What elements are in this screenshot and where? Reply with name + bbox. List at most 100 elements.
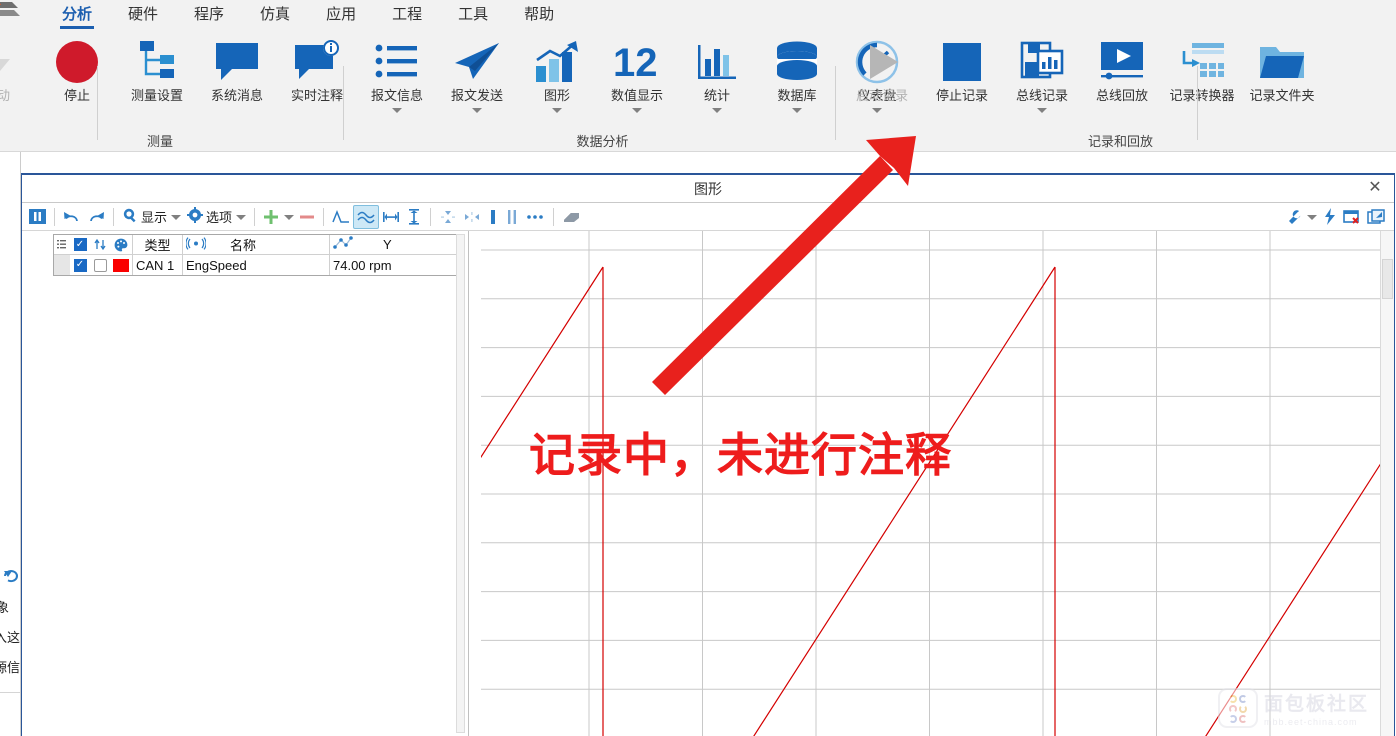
close-icon[interactable]: ✕: [1366, 179, 1384, 197]
ribbon-button-图形[interactable]: 图形: [520, 36, 594, 136]
ribbon: 分析硬件程序仿真应用工程工具帮助 启动 停止 测量设置 系统消息 实时注释测量 报文…: [0, 0, 1396, 152]
chevron-down-icon[interactable]: [632, 108, 642, 113]
ribbon-button-启动记录[interactable]: 启动记录: [845, 36, 919, 136]
ribbon-button-label: 系统消息: [210, 88, 263, 103]
pause-icon[interactable]: [26, 205, 49, 229]
clear-window-icon[interactable]: [1340, 205, 1364, 229]
more-dots-icon[interactable]: [522, 205, 548, 229]
ribbon-button-总线记录[interactable]: 总线记录: [1005, 36, 1079, 136]
row-grip[interactable]: [54, 255, 70, 275]
grip-icon: [54, 235, 70, 254]
cursor-double-icon[interactable]: [502, 205, 522, 229]
log-folder-icon: [1258, 36, 1306, 88]
row-y-value: 74.00 rpm: [329, 255, 462, 275]
ribbon-button-数值显示[interactable]: 12 数值显示: [600, 36, 674, 136]
plot-area[interactable]: 记录中，未进行注释: [470, 231, 1394, 736]
plot-canvas[interactable]: 记录中，未进行注释: [481, 231, 1380, 736]
wrench-icon[interactable]: [1283, 205, 1320, 229]
stop-circle-icon: [54, 36, 100, 88]
database-icon: [774, 36, 820, 88]
ribbon-button-测量设置[interactable]: 测量设置: [120, 36, 194, 136]
popout-icon[interactable]: [1364, 205, 1388, 229]
redo-icon[interactable]: [84, 205, 108, 229]
ribbon-separator-3: [1197, 66, 1198, 140]
fit-horizontal-icon[interactable]: [379, 205, 403, 229]
plot-annotation-text: 记录中，未进行注释: [529, 429, 952, 481]
speech-bubble-info-icon: [293, 36, 341, 88]
sort-icon[interactable]: [90, 235, 110, 254]
flash-icon[interactable]: [1320, 205, 1340, 229]
chevron-down-icon[interactable]: [792, 108, 802, 113]
app-logo-icon[interactable]: [0, 0, 26, 26]
plot-vertical-scrollbar[interactable]: [1380, 231, 1394, 736]
ribbon-button-停止[interactable]: 停止: [40, 36, 114, 136]
menu-tab-6[interactable]: 工具: [440, 0, 506, 31]
ribbon-button-报文发送[interactable]: 报文发送: [440, 36, 514, 136]
menu-tab-3[interactable]: 仿真: [242, 0, 308, 31]
legend-header-row: 类型 名称 Y: [54, 235, 462, 255]
bus-logging-icon: [1020, 36, 1064, 88]
checkbox-header-icon[interactable]: [70, 235, 90, 254]
table-row[interactable]: CAN 1 EngSpeed 74.00 rpm: [54, 255, 462, 275]
toolbar-separator: [54, 207, 55, 226]
legend-scrollbar[interactable]: [456, 234, 465, 733]
ribbon-button-label: 统计: [703, 88, 730, 103]
toolbar-separator: [553, 207, 555, 226]
stop-square-icon: [942, 36, 982, 88]
row-color-swatch[interactable]: [110, 255, 132, 275]
ribbon-button-数据库[interactable]: 数据库: [760, 36, 834, 136]
menu-tab-0[interactable]: 分析: [44, 0, 110, 31]
ribbon-button-总线回放[interactable]: 总线回放: [1085, 36, 1159, 136]
ribbon-button-报文信息[interactable]: 报文信息: [360, 36, 434, 136]
eraser-icon[interactable]: [559, 205, 585, 229]
gear-icon: [187, 207, 204, 226]
speech-bubble-icon: [213, 36, 261, 88]
chevron-down-icon[interactable]: [472, 108, 482, 113]
chevron-down-icon[interactable]: [1037, 108, 1047, 113]
watermark-subtitle: mbb.eet-china.com: [1264, 717, 1358, 727]
cursor-single-icon[interactable]: [484, 205, 502, 229]
refresh-icon[interactable]: [2, 568, 20, 587]
scrollbar-thumb[interactable]: [1382, 259, 1393, 299]
legend-table: 类型 名称 Y: [53, 234, 463, 276]
bar-chart-icon: [696, 36, 738, 88]
ribbon-button-记录转换器[interactable]: 记录转换器: [1165, 36, 1239, 136]
chevron-down-icon[interactable]: [392, 108, 402, 113]
ribbon-button-label: 测量设置: [130, 88, 183, 103]
measurement-setup-icon: [134, 36, 180, 88]
menu-tab-7[interactable]: 帮助: [506, 0, 572, 31]
ribbon-button-label: 报文信息: [370, 88, 423, 103]
lightning-icon: [0, 36, 17, 88]
add-dropdown-caret[interactable]: [282, 205, 296, 229]
signal-icon: [185, 236, 207, 253]
ribbon-button-label: 报文发送: [450, 88, 503, 103]
wave-icon[interactable]: [353, 204, 380, 229]
options-menu-button[interactable]: 选项: [184, 205, 249, 229]
menu-tab-5[interactable]: 工程: [374, 0, 440, 31]
ribbon-button-记录文件夹[interactable]: 记录文件夹: [1245, 36, 1319, 136]
row-visible-checkbox[interactable]: [70, 255, 90, 275]
menu-tab-2[interactable]: 程序: [176, 0, 242, 31]
fit-vertical-icon[interactable]: [403, 205, 425, 229]
plus-icon[interactable]: [260, 205, 282, 229]
ribbon-button-label: 停止: [63, 88, 90, 103]
minus-icon[interactable]: [296, 205, 318, 229]
strip-divider: [0, 692, 20, 693]
ribbon-button-系统消息[interactable]: 系统消息: [200, 36, 274, 136]
display-menu-button[interactable]: 显示: [119, 205, 184, 229]
zoom-icon: [122, 207, 138, 226]
curve-step-icon[interactable]: [329, 205, 353, 229]
chevron-down-icon[interactable]: [712, 108, 722, 113]
expand-vertical-icon[interactable]: [436, 205, 460, 229]
palette-icon[interactable]: [110, 235, 132, 254]
ribbon-button-停止记录[interactable]: 停止记录: [925, 36, 999, 136]
collapse-horizontal-icon[interactable]: [460, 205, 484, 229]
ribbon-button-启动[interactable]: 启动: [0, 36, 34, 136]
ribbon-button-统计[interactable]: 统计: [680, 36, 754, 136]
row-select-checkbox[interactable]: [90, 255, 110, 275]
menu-tab-4[interactable]: 应用: [308, 0, 374, 31]
undo-icon[interactable]: [60, 205, 84, 229]
ribbon-separator-2: [835, 66, 836, 140]
menu-tab-1[interactable]: 硬件: [110, 0, 176, 31]
chevron-down-icon[interactable]: [552, 108, 562, 113]
